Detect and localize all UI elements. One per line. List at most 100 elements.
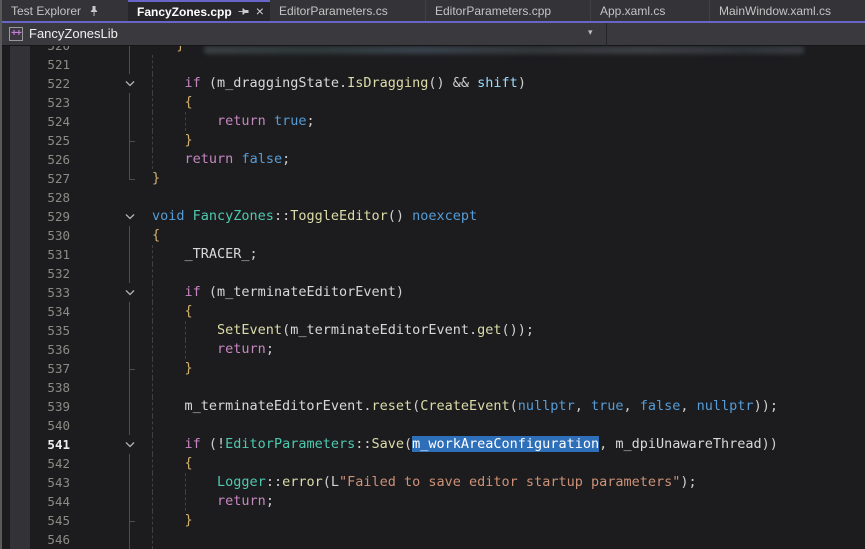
code-line[interactable]: 541 if (!EditorParameters::Save(m_workAr…: [4, 435, 865, 454]
line-number[interactable]: 535: [4, 321, 77, 340]
line-number[interactable]: 531: [4, 245, 77, 264]
code-line[interactable]: 537 }: [4, 359, 865, 378]
code-text: }: [152, 46, 185, 55]
fold-guide: [122, 321, 138, 340]
tab-mainwindow-xaml-cs[interactable]: MainWindow.xaml.cs: [709, 0, 854, 21]
line-number[interactable]: 529: [4, 207, 77, 226]
fold-collapse-icon[interactable]: [122, 435, 138, 454]
code-line[interactable]: 524 return true;: [4, 112, 865, 131]
code-text: {: [152, 93, 193, 112]
code-line[interactable]: 534 {: [4, 302, 865, 321]
code-text: if (m_draggingState.IsDragging() && shif…: [152, 74, 526, 93]
code-line[interactable]: 533 if (m_terminateEditorEvent): [4, 283, 865, 302]
fold-guide: [122, 473, 138, 492]
code-line[interactable]: 536 return;: [4, 340, 865, 359]
line-number[interactable]: 527: [4, 169, 77, 188]
pin-icon[interactable]: [87, 4, 100, 17]
fold-guide: [122, 302, 138, 321]
line-number[interactable]: 533: [4, 283, 77, 302]
code-line[interactable]: 531 _TRACER_;: [4, 245, 865, 264]
line-number[interactable]: 522: [4, 74, 77, 93]
code-line[interactable]: 521: [4, 55, 865, 74]
code-line[interactable]: 520 }: [4, 46, 865, 55]
indent-guide: [152, 530, 153, 549]
line-number[interactable]: 532: [4, 264, 77, 283]
code-line[interactable]: 545 }: [4, 511, 865, 530]
line-number[interactable]: 543: [4, 473, 77, 492]
line-number[interactable]: 538: [4, 378, 77, 397]
project-dropdown[interactable]: ++ FancyZonesLib ▾: [2, 23, 606, 46]
tab-label: FancyZones.cpp: [137, 5, 232, 19]
fold-guide: [122, 340, 138, 359]
code-line[interactable]: 535 SetEvent(m_terminateEditorEvent.get(…: [4, 321, 865, 340]
fold-guide: [122, 264, 138, 283]
fold-guide: [122, 112, 138, 131]
code-text: void FancyZones::ToggleEditor() noexcept: [152, 207, 477, 226]
indent-guide: [152, 416, 153, 435]
code-text: Logger::error(L"Failed to save editor st…: [152, 473, 697, 492]
code-text: _TRACER_;: [152, 245, 258, 264]
line-number[interactable]: 525: [4, 131, 77, 150]
highlighted-reference: m_workAreaConfiguration: [412, 436, 599, 452]
tab-test-explorer[interactable]: Test Explorer: [2, 0, 128, 21]
line-number[interactable]: 536: [4, 340, 77, 359]
blurred-code: [204, 46, 804, 54]
fold-guide: [122, 150, 138, 169]
code-line[interactable]: 540: [4, 416, 865, 435]
member-dropdown[interactable]: ↓ FancyZones: [606, 23, 865, 46]
line-number[interactable]: 539: [4, 397, 77, 416]
fold-guide: [122, 397, 138, 416]
fold-collapse-icon[interactable]: [122, 207, 138, 226]
line-number[interactable]: 540: [4, 416, 77, 435]
tab-editorparameters-cs[interactable]: EditorParameters.cs: [270, 0, 425, 21]
code-line[interactable]: 527}: [4, 169, 865, 188]
tab-fancyzones-cpp[interactable]: FancyZones.cpp ×: [128, 0, 270, 21]
line-number[interactable]: 545: [4, 511, 77, 530]
code-line[interactable]: 542 {: [4, 454, 865, 473]
line-number[interactable]: 541: [4, 435, 77, 454]
line-number[interactable]: 523: [4, 93, 77, 112]
code-text: return false;: [152, 150, 290, 169]
code-line[interactable]: 525 }: [4, 131, 865, 150]
fold-collapse-icon[interactable]: [122, 283, 138, 302]
tab-editorparameters-cpp[interactable]: EditorParameters.cpp: [425, 0, 590, 21]
code-line[interactable]: 543 Logger::error(L"Failed to save edito…: [4, 473, 865, 492]
pin-icon[interactable]: [237, 6, 250, 18]
line-number[interactable]: 524: [4, 112, 77, 131]
code-line[interactable]: 522 if (m_draggingState.IsDragging() && …: [4, 74, 865, 93]
line-number[interactable]: 534: [4, 302, 77, 321]
line-number[interactable]: 537: [4, 359, 77, 378]
fold-guide: [122, 169, 138, 188]
code-line[interactable]: 532: [4, 264, 865, 283]
code-line[interactable]: 523 {: [4, 93, 865, 112]
line-number[interactable]: 526: [4, 150, 77, 169]
chevron-down-icon[interactable]: ▾: [588, 27, 593, 38]
code-line[interactable]: 539 m_terminateEditorEvent.reset(CreateE…: [4, 397, 865, 416]
fold-guide: [122, 530, 138, 549]
line-number[interactable]: 546: [4, 530, 77, 549]
tab-label: EditorParameters.cpp: [435, 4, 551, 18]
line-number[interactable]: 542: [4, 454, 77, 473]
fold-collapse-icon[interactable]: [122, 74, 138, 93]
line-number[interactable]: 530: [4, 226, 77, 245]
line-number[interactable]: 544: [4, 492, 77, 511]
code-text: return;: [152, 492, 274, 511]
fold-guide: [122, 188, 138, 207]
code-line[interactable]: 544 return;: [4, 492, 865, 511]
code-line[interactable]: 528: [4, 188, 865, 207]
close-icon[interactable]: ×: [256, 5, 264, 18]
code-text: {: [152, 454, 193, 473]
code-line[interactable]: 546: [4, 530, 865, 549]
fold-guide: [122, 492, 138, 511]
fold-guide: [122, 55, 138, 74]
line-number[interactable]: 520: [4, 46, 77, 55]
code-line[interactable]: 538: [4, 378, 865, 397]
code-line[interactable]: 530{: [4, 226, 865, 245]
code-line[interactable]: 529 void FancyZones::ToggleEditor() noexc…: [4, 207, 865, 226]
tab-app-xaml-cs[interactable]: App.xaml.cs: [590, 0, 709, 21]
code-line[interactable]: 526 return false;: [4, 150, 865, 169]
line-number[interactable]: 528: [4, 188, 77, 207]
project-dropdown-label: FancyZonesLib: [29, 26, 118, 41]
line-number[interactable]: 521: [4, 55, 77, 74]
code-editor[interactable]: 520 }521522 if (m_draggingState.IsDraggi…: [4, 46, 865, 549]
